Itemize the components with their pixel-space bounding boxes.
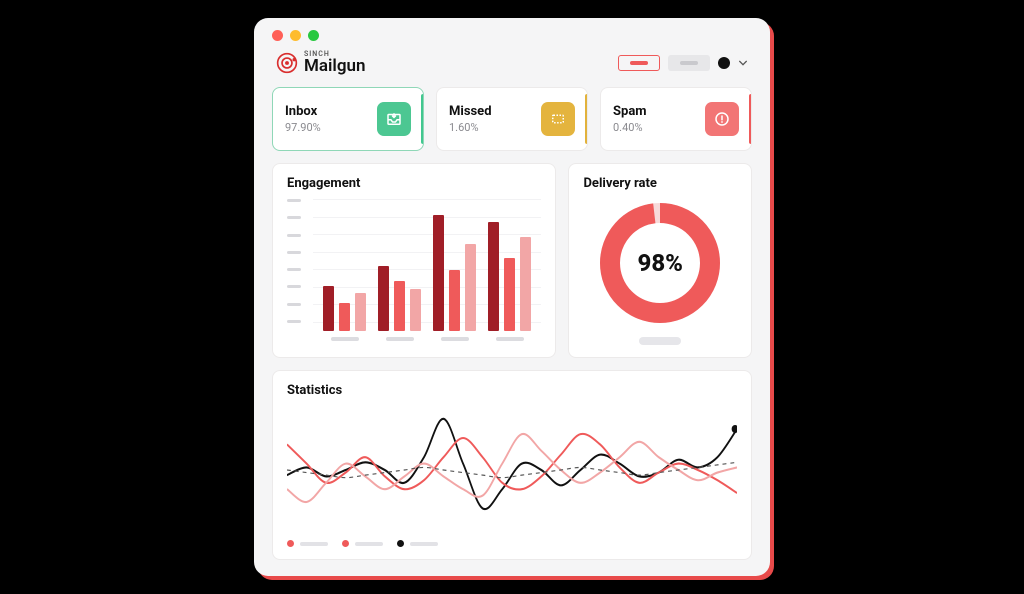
bar-group — [320, 213, 369, 341]
zoom-window-button[interactable] — [308, 30, 319, 41]
legend-label-placeholder — [355, 542, 383, 546]
mid-row: Engagement Delivery rate — [272, 163, 752, 358]
bar — [394, 281, 405, 331]
bar — [488, 222, 499, 331]
app-window: SINCH Mailgun Inbox 97.90% Missed — [254, 18, 770, 576]
bar-x-label — [386, 337, 414, 341]
top-controls — [618, 55, 748, 71]
statistics-line-chart — [287, 406, 737, 534]
minimize-window-button[interactable] — [290, 30, 301, 41]
statistics-title: Statistics — [287, 383, 737, 398]
bar-group — [375, 213, 424, 341]
card-inbox[interactable]: Inbox 97.90% — [272, 87, 424, 151]
mailgun-logo-icon — [276, 52, 298, 74]
card-missed-label: Missed — [449, 104, 492, 119]
top-bar: SINCH Mailgun — [272, 51, 752, 75]
bar — [504, 258, 515, 331]
bar-x-label — [496, 337, 524, 341]
legend-label-placeholder — [300, 542, 328, 546]
bar — [449, 270, 460, 331]
alert-icon — [705, 102, 739, 136]
card-inbox-label: Inbox — [285, 104, 321, 119]
bar-x-label — [441, 337, 469, 341]
close-window-button[interactable] — [272, 30, 283, 41]
view-toggle-active[interactable] — [618, 55, 660, 71]
card-spam[interactable]: Spam 0.40% — [600, 87, 752, 151]
legend-item — [287, 540, 328, 547]
bar — [410, 289, 421, 331]
engagement-title: Engagement — [287, 176, 541, 191]
bar — [323, 286, 334, 331]
card-spam-value: 0.40% — [613, 121, 647, 134]
bar — [433, 215, 444, 331]
chevron-down-icon[interactable] — [738, 58, 748, 68]
bar — [355, 293, 366, 331]
statistics-legend — [287, 540, 737, 547]
legend-dot-icon — [342, 540, 349, 547]
legend-dot-icon — [397, 540, 404, 547]
card-missed-value: 1.60% — [449, 121, 492, 134]
legend-item — [397, 540, 438, 547]
brand-name: Mailgun — [304, 58, 366, 75]
engagement-chart — [287, 199, 541, 341]
bar — [520, 237, 531, 331]
engagement-panel: Engagement — [272, 163, 556, 358]
legend-dot-icon — [287, 540, 294, 547]
delivery-title: Delivery rate — [583, 176, 737, 191]
select-icon — [541, 102, 575, 136]
engagement-y-axis — [287, 199, 303, 341]
window-controls — [272, 30, 752, 41]
bar-group — [486, 213, 535, 341]
statistics-panel: Statistics — [272, 370, 752, 560]
brand: SINCH Mailgun — [276, 51, 366, 75]
view-toggle-secondary[interactable] — [668, 55, 710, 71]
legend-item — [342, 540, 383, 547]
card-missed[interactable]: Missed 1.60% — [436, 87, 588, 151]
delivery-panel: Delivery rate 98% — [568, 163, 752, 358]
inbox-icon — [377, 102, 411, 136]
card-spam-label: Spam — [613, 104, 647, 119]
card-inbox-value: 97.90% — [285, 121, 321, 134]
bar — [378, 266, 389, 331]
delivery-donut-chart: 98% — [596, 199, 724, 327]
delivery-sub-placeholder — [639, 337, 681, 345]
bar-group — [431, 213, 480, 341]
stat-line — [287, 434, 737, 502]
bar — [465, 244, 476, 331]
user-avatar[interactable] — [718, 57, 730, 69]
delivery-value: 98% — [638, 249, 683, 277]
stat-cards-row: Inbox 97.90% Missed 1.60% Spam 0.40% — [272, 87, 752, 151]
bar — [339, 303, 350, 331]
bar-x-label — [331, 337, 359, 341]
legend-label-placeholder — [410, 542, 438, 546]
